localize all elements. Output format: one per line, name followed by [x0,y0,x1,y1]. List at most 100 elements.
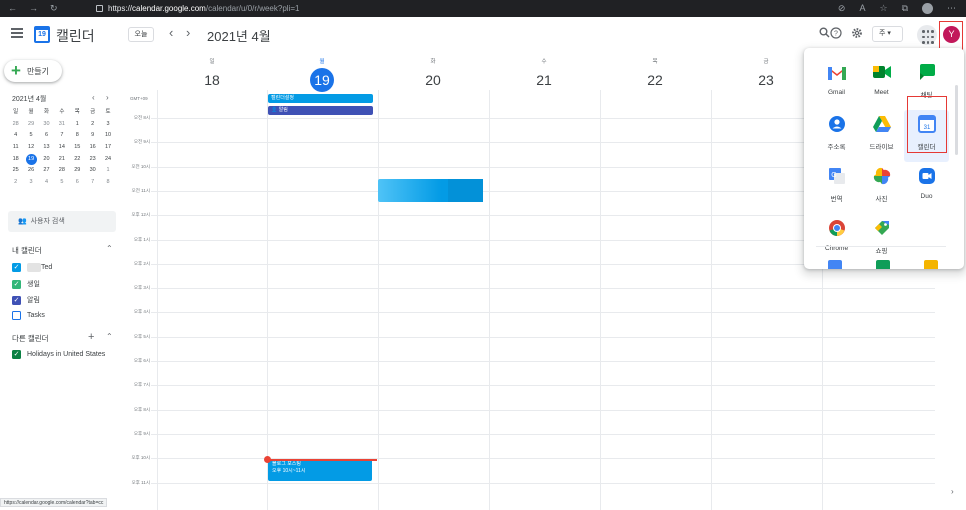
apps-scrollbar[interactable] [955,85,958,155]
sheets-icon[interactable] [876,260,890,269]
mini-day[interactable]: 21 [54,154,69,166]
day-header[interactable]: 목 22 [600,57,710,92]
mini-day[interactable]: 28 [54,165,69,177]
mini-day[interactable]: 17 [100,142,115,154]
mini-day[interactable]: 26 [23,165,38,177]
app-tile[interactable]: 쇼핑 [859,214,904,266]
favorites-icon[interactable]: ☆ [879,3,887,14]
mini-day[interactable]: 24 [100,154,115,166]
day-number[interactable]: 20 [378,68,488,92]
google-apps-button[interactable] [917,25,937,45]
collections-icon[interactable]: ⧉ [902,3,908,14]
help-icon[interactable]: ? [829,27,843,42]
checkbox-icon[interactable]: ✓ [12,295,21,305]
app-tile[interactable]: 드라이브 [859,110,904,162]
day-number[interactable]: 22 [600,68,710,92]
other-calendars-title[interactable]: 다른 캘린더 [12,333,49,344]
day-header[interactable]: 일 18 [157,57,267,92]
checkbox-icon[interactable]: ✓ [12,263,21,272]
mini-day[interactable]: 28 [8,119,23,131]
mini-day[interactable]: 7 [85,177,100,189]
tracking-icon[interactable]: ⊘ [838,3,846,14]
more-icon[interactable]: ⋯ [947,3,956,14]
today-button[interactable]: 오늘 [128,27,154,42]
day-header[interactable]: 월 19 [267,57,377,92]
day-number[interactable]: 21 [489,68,599,92]
docs-icon[interactable] [828,260,842,269]
mini-day[interactable]: 15 [70,142,85,154]
mini-day[interactable]: 30 [39,119,54,131]
allday-event-calendar-settings[interactable]: 캘린더설정 [268,94,373,103]
view-select[interactable]: 주 ▾ [872,26,903,42]
add-calendar-icon[interactable]: + [88,331,94,343]
mini-day[interactable]: 2 [85,119,100,131]
chevron-up-icon[interactable]: ⌃ [106,332,113,341]
mini-day[interactable]: 14 [54,142,69,154]
app-tile[interactable]: G 번역 [814,162,859,214]
mini-day[interactable]: 2 [8,177,23,189]
mini-day[interactable]: 25 [8,165,23,177]
day-number[interactable]: 19 [310,68,334,92]
settings-icon[interactable] [850,27,864,42]
mini-day[interactable]: 9 [85,130,100,142]
mini-day[interactable]: 1 [100,165,115,177]
mini-day[interactable]: 31 [54,119,69,131]
mini-day[interactable]: 30 [85,165,100,177]
mini-day[interactable]: 1 [70,119,85,131]
mini-day[interactable]: 13 [39,142,54,154]
calendar-list-item[interactable]: ✓ Holidays in United States [12,350,105,359]
mini-day[interactable]: 3 [100,119,115,131]
checkbox-icon[interactable] [12,311,21,320]
main-menu-icon[interactable] [11,28,23,38]
app-tile[interactable]: Chrome [814,214,859,266]
calendar-list-item[interactable]: ✓ Ted [12,263,52,272]
allday-event-reminder[interactable]: 👤 알림 [268,106,373,115]
mini-day[interactable]: 19 [23,153,38,166]
mini-day[interactable]: 20 [39,154,54,166]
next-week-button[interactable]: › [186,25,190,40]
app-tile[interactable]: Duo [904,162,949,214]
calendar-list-item[interactable]: Tasks [12,311,45,320]
mini-day[interactable]: 5 [54,177,69,189]
day-number[interactable]: 18 [157,68,267,92]
mini-day[interactable]: 4 [8,130,23,142]
mini-day[interactable]: 6 [39,130,54,142]
mini-day[interactable]: 6 [70,177,85,189]
day-header[interactable]: 수 21 [489,57,599,92]
profile-icon[interactable] [922,3,933,14]
app-tile[interactable]: 사진 [859,162,904,214]
mini-day[interactable]: 8 [70,130,85,142]
chevron-right-icon[interactable]: › [951,487,954,496]
app-tile[interactable]: Meet [859,58,904,110]
mini-day[interactable]: 23 [85,154,100,166]
mini-day[interactable]: 7 [54,130,69,142]
read-aloud-icon[interactable]: A [859,3,865,14]
mini-day[interactable]: 12 [23,142,38,154]
my-calendars-title[interactable]: 내 캘린더 [12,245,42,256]
back-icon[interactable]: ← [8,3,17,14]
create-button[interactable]: + 만들기 [4,60,62,82]
reload-icon[interactable]: ↻ [50,3,58,14]
mini-day[interactable]: 10 [100,130,115,142]
mini-day[interactable]: 3 [23,177,38,189]
mini-day[interactable]: 27 [39,165,54,177]
day-header[interactable]: 화 20 [378,57,488,92]
mini-next-icon[interactable]: › [106,93,109,102]
chevron-up-icon[interactable]: ⌃ [106,244,113,253]
forward-icon[interactable]: → [29,3,38,14]
mini-day[interactable]: 18 [8,154,23,166]
mini-day[interactable]: 4 [39,177,54,189]
mini-prev-icon[interactable]: ‹ [92,93,95,102]
app-tile[interactable]: 주소록 [814,110,859,162]
mini-day[interactable]: 22 [70,154,85,166]
event-blurred[interactable] [378,179,483,202]
checkbox-icon[interactable]: ✓ [12,279,21,289]
calendar-list-item[interactable]: ✓ 알림 [12,295,40,305]
mini-day[interactable]: 29 [70,165,85,177]
slides-icon[interactable] [924,260,938,269]
mini-day[interactable]: 29 [23,119,38,131]
mini-day[interactable]: 11 [8,142,23,154]
checkbox-icon[interactable]: ✓ [12,350,21,359]
people-search-input[interactable]: 👥 사용자 검색 [8,211,116,232]
mini-day[interactable]: 8 [100,177,115,189]
